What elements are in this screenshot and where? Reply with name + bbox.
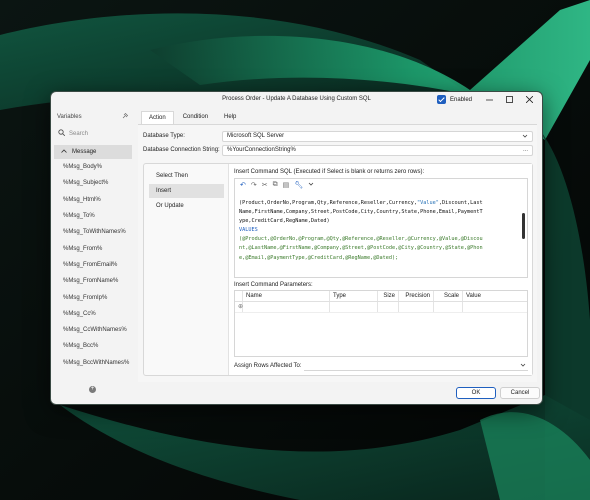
- sql-line-1: (Product,OrderNo,Program,Qty,Reference,R…: [239, 200, 483, 206]
- cut-icon[interactable]: ✂: [262, 181, 268, 189]
- col-value[interactable]: Value: [463, 291, 527, 301]
- new-row-marker: ⊕: [235, 302, 243, 312]
- variable-item[interactable]: %Msg_Cc%: [52, 306, 133, 322]
- col-precision[interactable]: Precision: [399, 291, 434, 301]
- variables-search[interactable]: Search: [52, 126, 133, 141]
- group-message[interactable]: Message: [54, 145, 132, 159]
- variable-item[interactable]: %Msg_CcWithNames%: [52, 322, 133, 338]
- paste-icon[interactable]: ▤: [283, 181, 290, 189]
- conn-string-label: Database Connection String:: [143, 147, 220, 153]
- col-name[interactable]: Name: [243, 291, 330, 301]
- cell-scale[interactable]: [434, 302, 463, 312]
- sql-line-4: VALUES: [239, 227, 258, 234]
- sql-editor[interactable]: ↶ ↷ ✂ ⧉ ▤ 🔧︎ (Product,OrderNo,Program,Qt…: [234, 178, 528, 278]
- wrench-icon[interactable]: 🔧︎: [294, 181, 303, 189]
- redo-icon[interactable]: ↷: [251, 181, 257, 189]
- variable-item[interactable]: %Msg_FromName%: [52, 273, 133, 289]
- sql-line-7: e,@Email,@PaymentType,@CreditCard,@RegNa…: [239, 254, 399, 261]
- variable-list: %Msg_Body% %Msg_Subject% %Msg_Html% %Msg…: [52, 159, 133, 371]
- sql-section-title: Insert Command SQL (Executed if Select i…: [234, 169, 425, 175]
- tab-action[interactable]: Action: [141, 111, 174, 124]
- process-order-dialog: Process Order - Update A Database Using …: [50, 91, 543, 405]
- variable-item[interactable]: %Msg_FromIp%: [52, 289, 133, 305]
- tab-bar: Action Condition Help: [141, 111, 243, 124]
- cancel-button[interactable]: Cancel: [500, 387, 540, 399]
- col-scale[interactable]: Scale: [434, 291, 463, 301]
- cell-value[interactable]: [463, 302, 527, 312]
- variables-title: Variables: [57, 114, 82, 120]
- command-insert[interactable]: Insert: [149, 184, 224, 198]
- db-type-label: Database Type:: [143, 133, 185, 139]
- cell-name[interactable]: [243, 302, 330, 312]
- command-select-then[interactable]: Select Then: [149, 169, 224, 183]
- search-icon: [58, 129, 66, 138]
- db-type-select[interactable]: Microsoft SQL Server: [222, 131, 533, 142]
- variable-item[interactable]: %Msg_Body%: [52, 159, 133, 175]
- cell-precision[interactable]: [399, 302, 434, 312]
- enabled-label: Enabled: [450, 96, 473, 103]
- sql-line-2: Name,FirstName,Company,Street,PostCode,C…: [239, 209, 483, 216]
- tab-help[interactable]: Help: [217, 111, 243, 124]
- variable-item[interactable]: %Msg_BccWithNames%: [52, 355, 133, 371]
- variable-item[interactable]: %Msg_Bcc%: [52, 338, 133, 354]
- undo-icon[interactable]: ↶: [240, 181, 246, 189]
- params-label: Insert Command Parameters:: [234, 282, 313, 288]
- plus-circle-icon[interactable]: +: [89, 386, 96, 393]
- params-grid-header: Name Type Size Precision Scale Value: [235, 291, 527, 302]
- sql-line-5: (@Product,@OrderNo,@Program,@Qty,@Refere…: [239, 236, 483, 243]
- variable-item[interactable]: %Msg_To%: [52, 208, 133, 224]
- row-header-cell: [235, 291, 243, 301]
- chevron-down-icon: [522, 132, 528, 144]
- params-grid[interactable]: Name Type Size Precision Scale Value ⊕: [234, 290, 528, 357]
- chevron-up-icon: [61, 149, 67, 155]
- close-icon[interactable]: [521, 94, 537, 105]
- sql-line-6: nt,@LastName,@FirstName,@Company,@Street…: [239, 245, 483, 252]
- more-options-button[interactable]: ...: [523, 146, 528, 155]
- variables-header: Variables: [52, 110, 133, 124]
- db-type-value: Microsoft SQL Server: [227, 133, 285, 139]
- ok-button[interactable]: OK: [456, 387, 496, 399]
- variable-item[interactable]: %Msg_Subject%: [52, 175, 133, 191]
- maximize-icon[interactable]: [501, 94, 517, 105]
- cell-size[interactable]: [378, 302, 399, 312]
- minimize-icon[interactable]: [481, 94, 497, 105]
- conn-string-value: %YourConnectionString%: [227, 147, 296, 153]
- enabled-checkbox[interactable]: [437, 95, 446, 104]
- title-bar: Process Order - Update A Database Using …: [51, 92, 542, 108]
- sql-code: (Product,OrderNo,Program,Qty,Reference,R…: [239, 199, 517, 263]
- copy-icon[interactable]: ⧉: [273, 181, 278, 189]
- variable-item[interactable]: %Msg_From%: [52, 240, 133, 256]
- chevron-down-icon: [520, 361, 526, 371]
- action-content: Database Type: Microsoft SQL Server Data…: [138, 124, 537, 382]
- params-new-row[interactable]: ⊕: [235, 302, 527, 313]
- insert-sql-panel: Insert Command SQL (Executed if Select i…: [228, 164, 532, 375]
- cell-type[interactable]: [330, 302, 378, 312]
- tab-condition[interactable]: Condition: [176, 111, 215, 124]
- variables-panel: Variables Search Message %Msg_Body% %Msg…: [52, 110, 133, 393]
- chevron-down-icon[interactable]: [308, 181, 314, 189]
- editor-scrollbar[interactable]: [522, 213, 525, 239]
- variable-item[interactable]: %Msg_ToWithNames%: [52, 224, 133, 240]
- conn-string-field[interactable]: %YourConnectionString% ...: [222, 145, 533, 156]
- variable-item[interactable]: %Msg_FromEmail%: [52, 257, 133, 273]
- enabled-toggle[interactable]: Enabled: [437, 95, 472, 104]
- group-label: Message: [72, 149, 97, 155]
- col-type[interactable]: Type: [330, 291, 378, 301]
- col-size[interactable]: Size: [378, 291, 399, 301]
- command-or-update[interactable]: Or Update: [149, 199, 224, 213]
- variable-item[interactable]: %Msg_Html%: [52, 192, 133, 208]
- pin-icon[interactable]: [122, 112, 129, 121]
- command-panel: Select Then Insert Or Update Insert Comm…: [143, 163, 533, 376]
- editor-toolbar: ↶ ↷ ✂ ⧉ ▤ 🔧︎: [235, 179, 527, 191]
- assign-rows-select[interactable]: [304, 361, 528, 371]
- search-placeholder: Search: [69, 130, 89, 137]
- assign-rows-label: Assign Rows Affected To:: [234, 363, 302, 369]
- sql-line-3: ype,CreditCard,RegName,Dated): [239, 218, 330, 225]
